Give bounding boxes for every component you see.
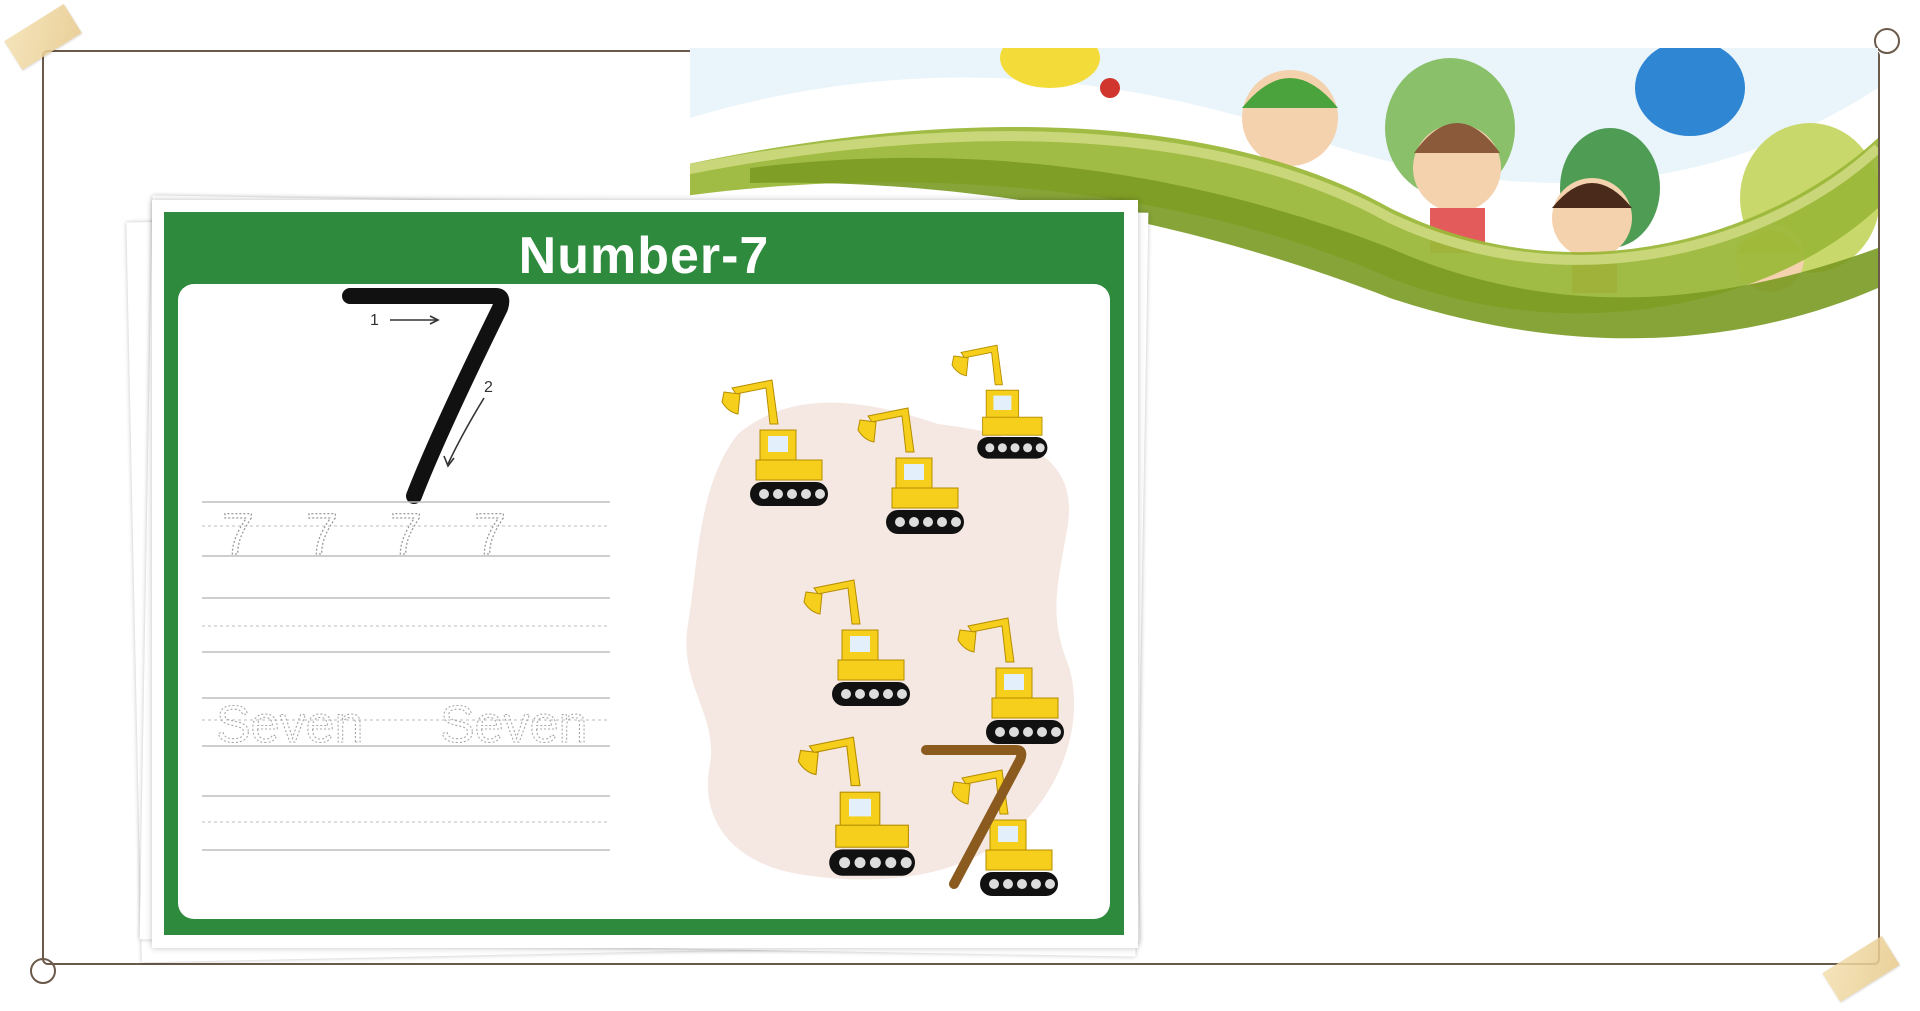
worksheet-panel: 1 2 7 7 7 7 Seven Seven	[178, 284, 1110, 919]
stroke-label-1: 1	[370, 312, 379, 329]
frame-curl-bottom-left	[30, 958, 56, 984]
trace-digit-1: 7	[222, 502, 254, 567]
worksheet-drawing: 1 2 7 7 7 7 Seven Seven	[202, 288, 1075, 897]
trace-word-2: Seven	[440, 696, 587, 754]
trace-word-1: Seven	[216, 696, 363, 754]
stroke-label-2: 2	[484, 379, 493, 396]
worksheet-title: Number-7	[518, 227, 770, 285]
number-seven-worksheet: Number-7 1 2 7 7 7 7 Seven Seven	[152, 200, 1138, 948]
worksheet-green-border: Number-7 1 2 7 7 7 7 Seven Seven	[164, 212, 1124, 935]
trace-digit-4: 7	[474, 502, 506, 567]
trace-digit-3: 7	[390, 502, 422, 567]
trace-digit-2: 7	[306, 502, 338, 567]
